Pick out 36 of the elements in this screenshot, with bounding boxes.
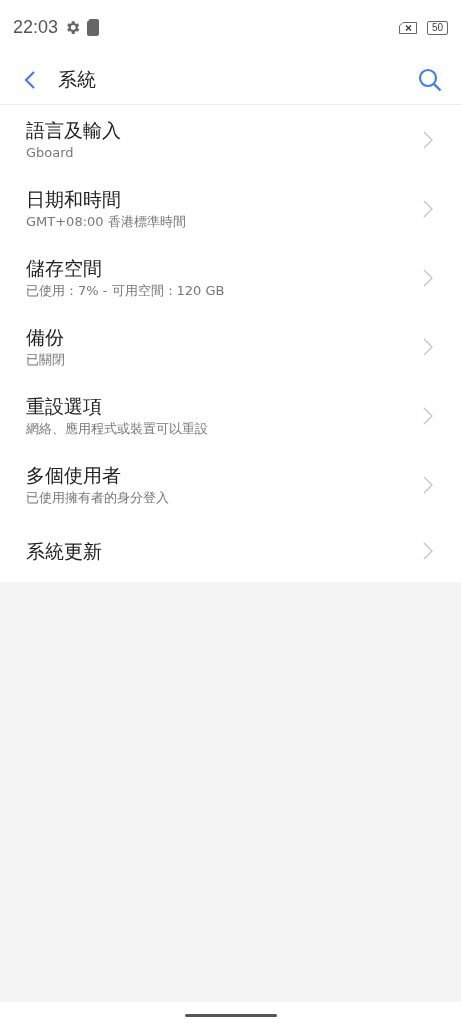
item-title: 儲存空間	[26, 255, 103, 281]
item-title: 多個使用者	[26, 462, 122, 488]
search-icon[interactable]	[418, 67, 442, 92]
item-subtitle: Gboard	[26, 143, 75, 162]
settings-item[interactable]: 備份 已關閉	[0, 312, 461, 381]
item-subtitle: 已使用擁有者的身分登入	[26, 488, 170, 507]
settings-item[interactable]: 系統更新	[0, 519, 461, 582]
item-subtitle: GMT+08:00 香港標準時間	[26, 212, 187, 231]
settings-item[interactable]: 儲存空間 已使用：7% - 可用空間：120 GB	[0, 243, 461, 312]
chevron-icon	[423, 199, 433, 218]
settings-item[interactable]: 重設選項 網絡、應用程式或裝置可以重設	[0, 381, 461, 450]
chevron-icon	[423, 475, 433, 494]
gear-icon	[64, 19, 82, 36]
item-title: 語言及輸入	[26, 117, 122, 143]
chevron-icon	[423, 337, 433, 356]
home-handle[interactable]	[184, 1013, 277, 1017]
no-sim-icon	[398, 21, 417, 34]
battery-level: 50	[426, 20, 448, 35]
chevron-icon	[423, 541, 433, 560]
item-title: 備份	[26, 324, 65, 350]
settings-item[interactable]: 語言及輸入 Gboard	[0, 105, 461, 174]
item-subtitle: 已使用：7% - 可用空間：120 GB	[26, 281, 226, 300]
chevron-icon	[423, 406, 433, 425]
item-title: 日期和時間	[26, 186, 122, 212]
page-title: 系統	[58, 66, 96, 92]
chevron-icon	[423, 268, 433, 287]
item-subtitle: 已關閉	[26, 350, 66, 369]
settings-item[interactable]: 日期和時間 GMT+08:00 香港標準時間	[0, 174, 461, 243]
back-icon[interactable]	[24, 69, 36, 90]
settings-item[interactable]: 多個使用者 已使用擁有者的身分登入	[0, 450, 461, 519]
status-time: 22:03	[13, 17, 59, 38]
sim-card-icon	[87, 19, 100, 36]
chevron-icon	[423, 130, 433, 149]
item-title: 系統更新	[26, 538, 103, 564]
item-title: 重設選項	[26, 393, 103, 419]
item-subtitle: 網絡、應用程式或裝置可以重設	[26, 419, 209, 438]
